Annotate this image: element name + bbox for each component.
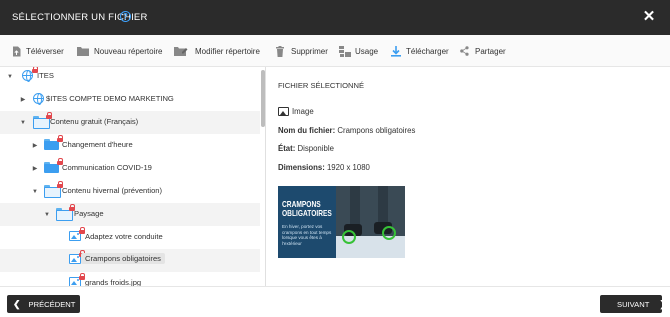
tree-item-sites-compte-demo[interactable]: ▶ $ITES COMPTE DEMO MARKETING	[0, 88, 260, 111]
usage-button[interactable]: Usage	[339, 44, 378, 58]
new-folder-icon	[77, 47, 89, 56]
new-folder-label: Nouveau répertoire	[94, 46, 163, 56]
dimensions-value: 1920 x 1080	[326, 163, 370, 172]
tree-item-label: grands froids.jpg	[85, 278, 142, 286]
tree-item-label: $ITES COMPTE DEMO MARKETING	[46, 94, 174, 103]
state-label: État:	[278, 144, 296, 153]
folder-tree: ▼ ITES ▶ $ITES COMPTE DEMO MARKETING ▼ C…	[0, 67, 266, 286]
tree-item-label: ITES	[37, 71, 54, 80]
upload-button[interactable]: Téléverser	[12, 44, 64, 58]
share-button[interactable]: Partager	[460, 44, 506, 58]
file-type: Image	[278, 107, 314, 116]
state-field: État: Disponible	[278, 144, 334, 153]
details-heading: FICHIER SÉLECTIONNÉ	[278, 81, 365, 90]
chevron-right-icon: ❯	[659, 298, 667, 309]
tree-item-label: Paysage	[74, 209, 104, 218]
folder-icon-wrap	[44, 158, 63, 173]
image-icon-wrap	[69, 227, 85, 241]
highlight-ring	[382, 226, 396, 240]
tree-item-crampons[interactable]: Crampons obligatoires	[0, 249, 260, 272]
tree-item-ites[interactable]: ▼ ITES	[0, 67, 260, 88]
help-icon[interactable]: ?	[120, 11, 131, 22]
filename-label: Nom du fichier:	[278, 126, 336, 135]
tree-item-label: Contenu gratuit (Français)	[50, 117, 139, 126]
chevron-down-icon[interactable]: ▼	[31, 188, 39, 196]
previous-label: PRÉCÉDENT	[28, 299, 76, 309]
tree-item-changement-heure[interactable]: ▶ Changement d'heure	[0, 134, 260, 157]
dimensions-field: Dimensions: 1920 x 1080	[278, 163, 370, 172]
tree-item-label: Contenu hivernal (prévention)	[62, 186, 163, 195]
tree-item-adaptez[interactable]: Adaptez votre conduite	[0, 226, 260, 249]
tree-scrollbar[interactable]	[261, 70, 265, 127]
globe-icon	[33, 93, 44, 105]
highlight-ring	[342, 230, 356, 244]
delete-label: Supprimer	[291, 46, 328, 56]
filename-field: Nom du fichier: Crampons obligatoires	[278, 126, 415, 135]
state-value: Disponible	[297, 144, 334, 153]
tree-item-label: Changement d'heure	[62, 140, 133, 149]
chevron-down-icon[interactable]: ▼	[19, 119, 27, 127]
edit-folder-label: Modifier répertoire	[195, 46, 260, 56]
chevron-right-icon[interactable]: ▶	[31, 142, 39, 150]
folder-icon-wrap	[44, 135, 63, 150]
filename-value: Crampons obligatoires	[337, 126, 416, 135]
image-icon	[278, 107, 289, 116]
preview-text: En hiver, portez vos crampons en tout te…	[282, 224, 332, 246]
tree-item-contenu-hivernal[interactable]: ▼ Contenu hivernal (prévention)	[0, 180, 260, 203]
folder-icon-wrap	[44, 181, 63, 198]
download-icon	[391, 45, 401, 57]
preview-leg	[350, 186, 360, 226]
globe-icon-wrap	[22, 67, 38, 82]
folder-icon-wrap	[56, 204, 75, 221]
upload-label: Téléverser	[26, 46, 64, 56]
edit-folder-icon	[174, 47, 188, 56]
chevron-down-icon[interactable]: ▼	[43, 211, 51, 219]
next-label: SUIVANT	[617, 299, 650, 309]
folder-icon-wrap	[33, 112, 52, 129]
new-folder-button[interactable]: Nouveau répertoire	[77, 44, 162, 58]
next-button[interactable]: SUIVANT ❯	[600, 295, 667, 313]
download-button[interactable]: Télécharger	[391, 44, 449, 58]
image-preview: CRAMPONS OBLIGATOIRES En hiver, portez v…	[278, 186, 405, 258]
dialog-titlebar: SÉLECTIONNER UN FICHIER ? ✕	[0, 0, 670, 35]
tree-item-contenu-gratuit[interactable]: ▼ Contenu gratuit (Français)	[0, 111, 260, 134]
chevron-down-icon[interactable]: ▼	[6, 73, 14, 81]
edit-folder-button[interactable]: Modifier répertoire	[174, 44, 260, 58]
previous-button[interactable]: ❮ PRÉCÉDENT	[7, 295, 80, 313]
tree-item-grands-froids[interactable]: grands froids.jpg	[0, 272, 260, 286]
delete-button[interactable]: Supprimer	[276, 44, 328, 58]
usage-label: Usage	[355, 46, 379, 56]
share-icon	[460, 46, 469, 56]
dimensions-label: Dimensions:	[278, 163, 325, 172]
close-icon[interactable]: ✕	[642, 9, 656, 25]
dialog-footer: ❮ PRÉCÉDENT SUIVANT ❯	[0, 286, 670, 317]
tree-item-paysage[interactable]: ▼ Paysage	[0, 203, 260, 226]
trash-icon	[276, 45, 284, 57]
download-label: Télécharger	[406, 46, 449, 56]
usage-icon	[339, 45, 351, 57]
chevron-left-icon: ❮	[13, 298, 21, 309]
toolbar: Téléverser Nouveau répertoire Modifier r…	[0, 35, 670, 67]
image-icon-wrap	[69, 273, 85, 286]
share-label: Partager	[475, 46, 506, 56]
preview-leg	[378, 186, 388, 226]
chevron-right-icon[interactable]: ▶	[31, 165, 39, 173]
tree-item-label: Adaptez votre conduite	[85, 232, 163, 241]
upload-file-icon	[13, 46, 21, 56]
chevron-right-icon[interactable]: ▶	[19, 96, 27, 104]
file-type-label: Image	[292, 107, 314, 116]
tree-item-label-selected: Crampons obligatoires	[81, 253, 165, 264]
tree-item-covid[interactable]: ▶ Communication COVID-19	[0, 157, 260, 180]
tree-item-label: Communication COVID-19	[62, 163, 152, 172]
globe-icon-wrap	[33, 93, 44, 105]
image-icon-wrap	[69, 250, 85, 264]
